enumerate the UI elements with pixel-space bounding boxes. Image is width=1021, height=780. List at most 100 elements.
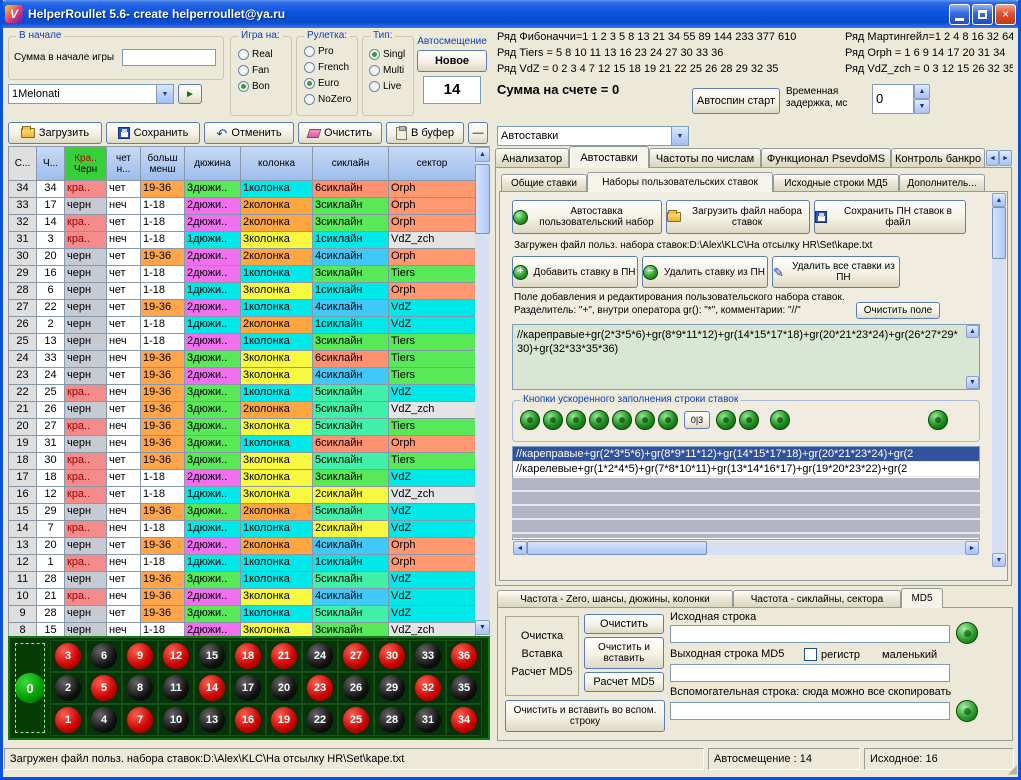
load-stake-file-button[interactable]: Загрузить файл набора ставок (666, 200, 810, 234)
board-number-3[interactable]: 3 (50, 640, 86, 672)
md5-aux-action-button[interactable] (956, 700, 978, 722)
table-header-cell[interactable]: сиклайн (313, 147, 389, 181)
subtab-user-stake-sets[interactable]: Наборы пользовательских ставок (587, 172, 773, 192)
table-header-cell[interactable]: Кра..Черн (65, 147, 107, 181)
save-button[interactable]: Сохранить (106, 122, 200, 144)
board-number-14[interactable]: 14 (194, 672, 230, 704)
play-strategy-button[interactable]: ► (178, 84, 202, 104)
autospin-start-button[interactable]: Автоспин старт (692, 88, 780, 114)
quick-bet-chip-8[interactable] (716, 410, 736, 430)
autoshift-new-button[interactable]: Новое (417, 50, 487, 72)
table-row[interactable]: 313кра..неч1-181дюжи..3колонка1сиклайнVd… (9, 232, 490, 249)
table-row[interactable]: 1931черннеч19-363дюжи..1колонка6сиклайнO… (9, 436, 490, 453)
board-number-30[interactable]: 30 (374, 640, 410, 672)
tab-scroll-left-button[interactable]: ◄ (986, 150, 999, 166)
radio-french[interactable]: French (304, 62, 349, 73)
table-row[interactable]: 147кра..неч1-181дюжи..1колонка2сиклайнVd… (9, 521, 490, 538)
quick-bet-chip-4[interactable] (589, 410, 609, 430)
tab-bankroll-control[interactable]: Контроль банкро (891, 148, 985, 168)
board-number-11[interactable]: 11 (158, 672, 194, 704)
subtab-common-stakes[interactable]: Общие ставки (501, 174, 587, 192)
spinner-down-button[interactable]: ▼ (914, 99, 930, 114)
table-header-cell[interactable]: С... (9, 147, 37, 181)
radio-nozero[interactable]: NoZero (304, 94, 351, 105)
board-number-17[interactable]: 17 (230, 672, 266, 704)
board-number-29[interactable]: 29 (374, 672, 410, 704)
board-number-25[interactable]: 25 (338, 704, 374, 736)
resize-grip[interactable]: ◢ (1008, 762, 1017, 776)
board-number-9[interactable]: 9 (122, 640, 158, 672)
table-row[interactable]: 928чернчет19-363дюжи..1колонка5сиклайнVd… (9, 606, 490, 623)
radio-live[interactable]: Live (369, 81, 401, 92)
md5-calc-button[interactable]: Расчет MD5 (584, 672, 664, 692)
edit-scroll-down-button[interactable]: ▼ (966, 376, 979, 389)
delay-value[interactable]: 0 (872, 84, 914, 114)
md5-source-action-button[interactable] (956, 622, 978, 644)
clear-button[interactable]: Очистить (298, 122, 382, 144)
md5-source-input[interactable] (670, 625, 950, 643)
board-number-32[interactable]: 32 (410, 672, 446, 704)
register-checkbox[interactable] (804, 648, 817, 661)
board-number-0[interactable]: 0 (12, 640, 48, 736)
stakes-edit-field[interactable]: //кареправые+gr(2*3*5*6)+gr(8*9*11*12)+g… (512, 324, 980, 390)
md5-clear-button[interactable]: Очистить (584, 614, 664, 634)
table-row[interactable]: 121кра..неч1-181дюжи..1колонка1сиклайнOr… (9, 555, 490, 572)
collapse-button[interactable]: — (468, 122, 488, 144)
table-row[interactable]: 3317черннеч1-182дюжи..2колонка3сиклайнOr… (9, 198, 490, 215)
quick-bet-chip-2[interactable] (543, 410, 563, 430)
table-row[interactable]: 2916чернчет1-182дюжи..1колонка3сиклайнTi… (9, 266, 490, 283)
save-stake-file-button[interactable]: Сохранить ПН ставок в файл (814, 200, 966, 234)
md5-clear-paste-button[interactable]: Очистить и вставить (584, 637, 664, 669)
load-button[interactable]: Загрузить (8, 122, 102, 144)
table-row[interactable]: 2513черннеч1-182дюжи..1колонка3сиклайнTi… (9, 334, 490, 351)
table-row[interactable]: 1529черннеч19-363дюжи..2колонка5сиклайнV… (9, 504, 490, 521)
add-stake-button[interactable]: +Добавить ставку в ПН (512, 256, 638, 288)
table-header-cell[interactable]: дюжина (185, 147, 241, 181)
board-number-4[interactable]: 4 (86, 704, 122, 736)
board-number-23[interactable]: 23 (302, 672, 338, 704)
chevron-down-icon[interactable]: ▼ (671, 127, 688, 145)
board-number-1[interactable]: 1 (50, 704, 86, 736)
stakes-list-item[interactable]: //кареправые+gr(2*3*5*6)+gr(8*9*11*12)+g… (513, 447, 979, 462)
tab-md5[interactable]: MD5 (901, 588, 943, 608)
board-number-22[interactable]: 22 (302, 704, 338, 736)
tab-scroll-right-button[interactable]: ► (999, 150, 1012, 166)
board-number-18[interactable]: 18 (230, 640, 266, 672)
table-row[interactable]: 1718кра..чет1-182дюжи..3колонка3сиклайнV… (9, 470, 490, 487)
list-scroll-left-button[interactable]: ◄ (513, 541, 527, 555)
table-row[interactable]: 2225кра..неч19-363дюжи..1колонка5сиклайн… (9, 385, 490, 402)
quick-bet-chip-10[interactable] (770, 410, 790, 430)
board-number-15[interactable]: 15 (194, 640, 230, 672)
auto-user-set-button[interactable]: Автоставка пользовательский набор (512, 200, 662, 234)
quick-bet-chip-7[interactable] (658, 410, 678, 430)
table-row[interactable]: 3020чернчет19-362дюжи..2колонка4сиклайнO… (9, 249, 490, 266)
quick-bet-chip-6[interactable] (635, 410, 655, 430)
board-number-36[interactable]: 36 (446, 640, 482, 672)
board-number-24[interactable]: 24 (302, 640, 338, 672)
table-header-cell[interactable]: колонка (241, 147, 313, 181)
md5-output-input[interactable] (670, 664, 950, 682)
radio-real[interactable]: Real (238, 49, 273, 60)
radio-multi[interactable]: Multi (369, 65, 404, 76)
board-number-28[interactable]: 28 (374, 704, 410, 736)
table-row[interactable]: 286чернчет1-181дюжи..3колонка1сиклайнOrp… (9, 283, 490, 300)
board-number-12[interactable]: 12 (158, 640, 194, 672)
delete-all-stakes-button[interactable]: ✎Удалить все ставки из ПН (772, 256, 900, 288)
md5-clear-paste-aux-button[interactable]: Очистить и вставить во вспом. строку (505, 700, 665, 732)
tab-freq-chances[interactable]: Частота - Zero, шансы, дюжины, колонки (497, 590, 733, 608)
spinner-up-button[interactable]: ▲ (914, 84, 930, 99)
board-number-7[interactable]: 7 (122, 704, 158, 736)
quick-bet-chip-9[interactable] (739, 410, 759, 430)
board-number-2[interactable]: 2 (50, 672, 86, 704)
radio-fan[interactable]: Fan (238, 65, 269, 76)
subtab-md5-sources[interactable]: Исходные строки МД5 (773, 174, 899, 192)
undo-button[interactable]: ↶Отменить (204, 122, 294, 144)
table-scroll-down-button[interactable]: ▼ (475, 620, 490, 635)
board-number-6[interactable]: 6 (86, 640, 122, 672)
table-row[interactable]: 2324чернчет19-362дюжи..3колонка4сиклайнT… (9, 368, 490, 385)
board-number-13[interactable]: 13 (194, 704, 230, 736)
stakes-list-item[interactable]: //карелевые+gr(1*2*4*5)+gr(7*8*10*11)+gr… (513, 462, 979, 477)
quick-zero3-button[interactable]: 0|3 (684, 411, 710, 429)
start-sum-input[interactable] (122, 49, 216, 66)
delete-stake-button[interactable]: −Удалить ставку из ПН (642, 256, 768, 288)
